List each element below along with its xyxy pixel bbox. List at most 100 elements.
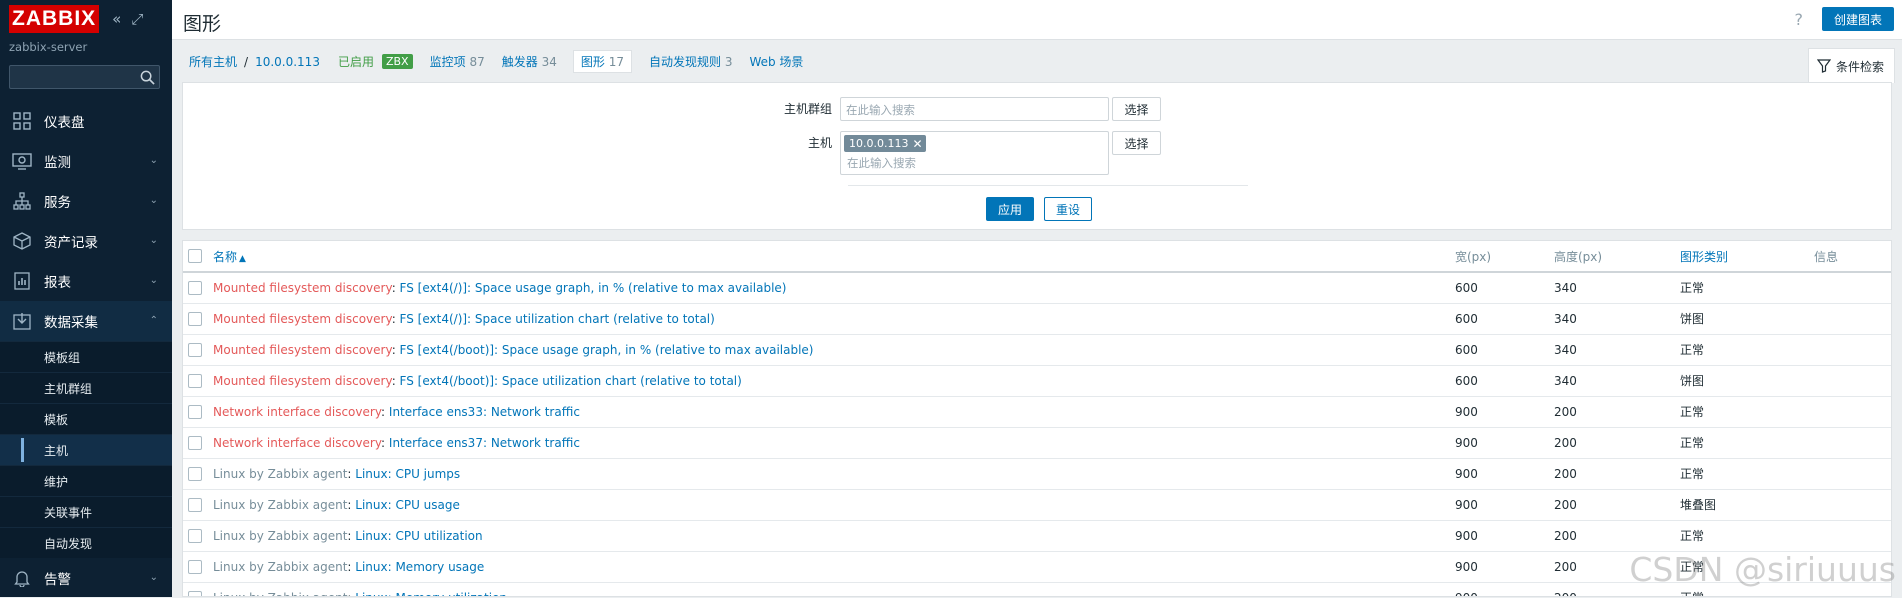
graph-width: 900 bbox=[1455, 396, 1554, 428]
nav-services[interactable]: 服务 ⌄ bbox=[0, 181, 172, 221]
graph-name-link[interactable]: FS [ext4(/boot)]: Space utilization char… bbox=[400, 374, 742, 388]
graph-name-link[interactable]: Interface ens37: Network traffic bbox=[389, 436, 580, 450]
tab-triggers[interactable]: 触发器 34 bbox=[502, 53, 557, 70]
subnav-template-groups[interactable]: 模板组 bbox=[0, 341, 172, 372]
row-checkbox[interactable] bbox=[188, 404, 202, 419]
row-checkbox[interactable] bbox=[188, 590, 202, 596]
graph-name-link[interactable]: Linux: CPU usage bbox=[355, 498, 460, 512]
graph-height: 340 bbox=[1554, 334, 1680, 366]
inventory-icon bbox=[12, 231, 32, 251]
sort-ascending-icon: ▲ bbox=[239, 253, 246, 264]
nav-reports[interactable]: 报表 ⌄ bbox=[0, 261, 172, 301]
graph-name-link[interactable]: Linux: CPU jumps bbox=[355, 467, 460, 481]
subnav-event-correlation[interactable]: 关联事件 bbox=[0, 496, 172, 527]
filter-toggle[interactable]: 条件检索 bbox=[1808, 48, 1895, 83]
host-search-placeholder[interactable]: 在此输入搜索 bbox=[847, 155, 1105, 171]
host-status[interactable]: 已启用 bbox=[338, 53, 374, 70]
graph-name-link[interactable]: FS [ext4(/boot)]: Space usage graph, in … bbox=[400, 343, 814, 357]
subnav-discovery[interactable]: 自动发现 bbox=[0, 527, 172, 558]
graph-name-link[interactable]: FS [ext4(/)]: Space utilization chart (r… bbox=[400, 312, 715, 326]
row-checkbox[interactable] bbox=[188, 497, 202, 512]
graph-prefix-link[interactable]: Mounted filesystem discovery bbox=[213, 343, 392, 357]
graph-width: 600 bbox=[1455, 334, 1554, 366]
host-group-label: 主机群组 bbox=[783, 102, 832, 116]
collapse-sidebar-icon[interactable]: « bbox=[112, 10, 121, 28]
row-checkbox[interactable] bbox=[188, 528, 202, 543]
sidebar-search-input[interactable] bbox=[9, 65, 160, 89]
graph-name-link[interactable]: FS [ext4(/)]: Space usage graph, in % (r… bbox=[400, 281, 787, 295]
graph-prefix-link[interactable]: Linux by Zabbix agent bbox=[213, 529, 347, 543]
host-group-select-button[interactable]: 选择 bbox=[1112, 97, 1161, 121]
row-checkbox[interactable] bbox=[188, 311, 202, 326]
nav-monitoring[interactable]: 监测 ⌄ bbox=[0, 141, 172, 181]
host-group-input[interactable]: 在此输入搜索 bbox=[840, 97, 1109, 121]
host-multiselect[interactable]: 10.0.0.113 ✕ 在此输入搜索 bbox=[840, 131, 1109, 175]
graph-width: 900 bbox=[1455, 551, 1554, 583]
graph-name-link[interactable]: Linux: Memory usage bbox=[355, 560, 484, 574]
tab-label: 图形 bbox=[580, 55, 605, 69]
graph-prefix-link[interactable]: Network interface discovery bbox=[213, 436, 381, 450]
nav-data-collection[interactable]: 数据采集 ⌃ bbox=[0, 301, 172, 341]
subnav-maintenance[interactable]: 维护 bbox=[0, 465, 172, 496]
graph-prefix-link[interactable]: Linux by Zabbix agent bbox=[213, 591, 347, 597]
help-icon[interactable]: ? bbox=[1795, 10, 1804, 29]
graph-width: 600 bbox=[1455, 272, 1554, 304]
create-graph-button[interactable]: 创建图表 bbox=[1821, 7, 1894, 31]
server-name: zabbix-server bbox=[9, 40, 88, 54]
graph-name-link[interactable]: Interface ens33: Network traffic bbox=[389, 405, 580, 419]
select-all-checkbox[interactable] bbox=[188, 249, 202, 264]
column-width: 宽(px) bbox=[1455, 241, 1554, 273]
column-info: 信息 bbox=[1814, 241, 1891, 273]
tab-discovery-rules[interactable]: 自动发现规则 3 bbox=[649, 53, 732, 70]
apply-button[interactable]: 应用 bbox=[986, 197, 1034, 221]
nav-inventory[interactable]: 资产记录 ⌄ bbox=[0, 221, 172, 261]
graph-prefix-link[interactable]: Linux by Zabbix agent bbox=[213, 498, 347, 512]
column-name[interactable]: 名称 ▲ bbox=[213, 241, 1455, 273]
graph-prefix-link[interactable]: Linux by Zabbix agent bbox=[213, 560, 347, 574]
nav-alerts[interactable]: 告警 ⌄ bbox=[0, 558, 172, 598]
header: 图形 ? 创建图表 bbox=[172, 0, 1902, 40]
reset-button[interactable]: 重设 bbox=[1044, 197, 1092, 221]
subnav-templates[interactable]: 模板 bbox=[0, 403, 172, 434]
row-checkbox[interactable] bbox=[188, 466, 202, 481]
remove-chip-icon[interactable]: ✕ bbox=[912, 137, 922, 151]
graph-prefix-link[interactable]: Mounted filesystem discovery bbox=[213, 281, 392, 295]
graph-type: 正常 bbox=[1680, 396, 1814, 428]
graph-name-link[interactable]: Linux: Memory utilization bbox=[355, 591, 507, 597]
tab-items[interactable]: 监控项 87 bbox=[430, 53, 485, 70]
dashboard-icon bbox=[12, 111, 32, 131]
nav-dashboard[interactable]: 仪表盘 bbox=[0, 101, 172, 141]
tab-graphs[interactable]: 图形 17 bbox=[572, 50, 632, 73]
filter-panel: 主机群组 在此输入搜索 选择 主机 10.0.0.113 ✕ 在此输入搜索 选择 … bbox=[182, 82, 1892, 230]
row-checkbox[interactable] bbox=[188, 435, 202, 450]
alerts-icon bbox=[12, 568, 32, 588]
tab-web-scenarios[interactable]: Web 场景 bbox=[749, 53, 803, 70]
graph-prefix-link[interactable]: Network interface discovery bbox=[213, 405, 381, 419]
column-height: 高度(px) bbox=[1554, 241, 1680, 273]
search-icon[interactable] bbox=[140, 70, 155, 85]
row-checkbox[interactable] bbox=[188, 373, 202, 388]
kiosk-mode-icon[interactable]: ⤢ bbox=[131, 10, 143, 28]
graph-prefix-link[interactable]: Linux by Zabbix agent bbox=[213, 467, 347, 481]
subnav-hosts[interactable]: 主机 bbox=[0, 434, 172, 465]
table-header-row: 名称 ▲ 宽(px) 高度(px) 图形类别 信息 bbox=[183, 241, 1891, 273]
subnav-host-groups[interactable]: 主机群组 bbox=[0, 372, 172, 403]
graph-name-link[interactable]: Linux: CPU utilization bbox=[355, 529, 482, 543]
graph-height: 200 bbox=[1554, 427, 1680, 459]
table-row: Linux by Zabbix agent: Linux: CPU jumps 9… bbox=[183, 458, 1891, 490]
column-graph-type[interactable]: 图形类别 bbox=[1680, 241, 1814, 273]
breadcrumb-host[interactable]: 10.0.0.113 bbox=[255, 55, 320, 69]
nav-label: 数据采集 bbox=[44, 315, 98, 331]
graph-info bbox=[1814, 365, 1891, 397]
nav-label: 仪表盘 bbox=[44, 115, 85, 131]
graph-prefix-link[interactable]: Mounted filesystem discovery bbox=[213, 312, 392, 326]
row-checkbox[interactable] bbox=[188, 281, 202, 295]
graph-prefix-link[interactable]: Mounted filesystem discovery bbox=[213, 374, 392, 388]
row-checkbox[interactable] bbox=[188, 342, 202, 357]
zabbix-logo[interactable]: ZABBIX bbox=[9, 5, 100, 33]
graph-type: 正常 bbox=[1680, 334, 1814, 366]
graph-height: 200 bbox=[1554, 396, 1680, 428]
row-checkbox[interactable] bbox=[188, 559, 202, 574]
host-select-button[interactable]: 选择 bbox=[1112, 131, 1161, 155]
breadcrumb-all-hosts[interactable]: 所有主机 bbox=[189, 53, 237, 70]
